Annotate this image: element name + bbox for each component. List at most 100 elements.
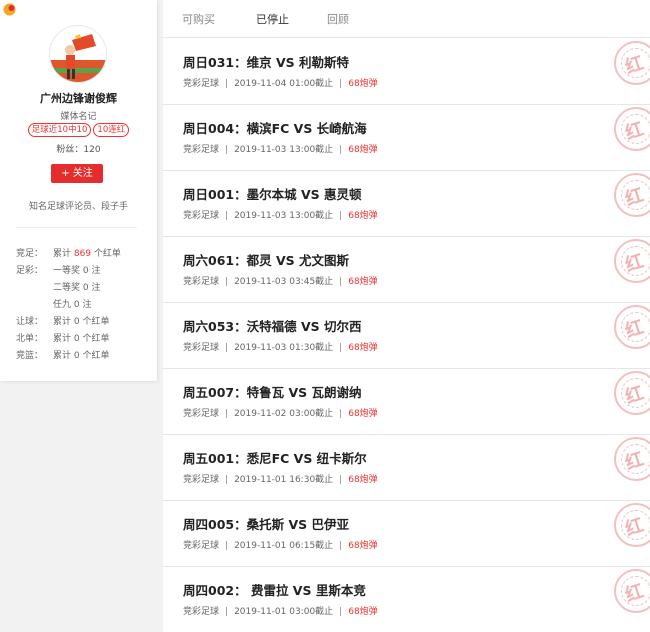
deadline-label: 2019-11-01 03:00截止: [234, 607, 334, 617]
deadline-label: 2019-11-03 13:00截止: [234, 211, 334, 221]
price-label: 68炮弹: [348, 277, 378, 287]
deadline-label: 2019-11-01 16:30截止: [234, 475, 334, 485]
item-meta: 竞彩足球 | 2019-11-03 13:00截止 | 68炮弹: [183, 142, 378, 155]
list-item[interactable]: 周四002： 费雷拉 VS 里斯本竞 竞彩足球 | 2019-11-01 03:00…: [163, 567, 650, 632]
separator: |: [339, 607, 343, 617]
match-title[interactable]: 周六061：都灵 VS 尤文图斯: [183, 250, 349, 269]
stat-value: 累计 0 个红单: [53, 317, 110, 327]
deadline-label: 2019-11-04 01:00截止: [234, 79, 334, 89]
category-label: 竞彩足球: [183, 541, 220, 551]
stat-label: 足彩：: [16, 266, 44, 276]
red-stamp-icon: 红: [614, 239, 650, 283]
list-item[interactable]: 周五007：特鲁瓦 VS 瓦朗谢纳 竞彩足球 | 2019-11-02 03:00截…: [163, 369, 650, 435]
red-stamp-icon: 红: [614, 437, 650, 481]
separator: |: [339, 79, 343, 89]
stat-value: 累计 0 个红单: [53, 334, 110, 344]
divider: [16, 227, 137, 228]
separator: |: [339, 475, 343, 485]
category-label: 竞彩足球: [183, 607, 220, 617]
price-label: 68炮弹: [348, 607, 378, 617]
separator: |: [225, 79, 229, 89]
red-streak-badge: 10连红: [93, 123, 130, 137]
separator: |: [339, 541, 343, 551]
category-label: 竞彩足球: [183, 343, 220, 353]
separator: |: [225, 277, 229, 287]
stat-value: 一等奖 0 注: [53, 266, 101, 276]
match-title[interactable]: 周四002： 费雷拉 VS 里斯本竞: [183, 580, 366, 599]
red-stamp-icon: 红: [614, 371, 650, 415]
separator: |: [225, 607, 229, 617]
red-stamp-icon: 红: [614, 41, 650, 85]
category-label: 竞彩足球: [183, 145, 220, 155]
item-meta: 竞彩足球 | 2019-11-03 01:30截止 | 68炮弹: [183, 340, 378, 353]
match-title[interactable]: 周日001：墨尔本城 VS 惠灵顿: [183, 184, 361, 203]
match-title[interactable]: 周日004：横滨FC VS 长崎航海: [183, 118, 367, 137]
separator: |: [339, 343, 343, 353]
stat-value: 二等奖 0 注: [53, 283, 101, 293]
separator: |: [225, 541, 229, 551]
avatar-illustration-icon: [50, 26, 106, 82]
stat-label: 竞足：: [16, 249, 44, 259]
price-label: 68炮弹: [348, 145, 378, 155]
separator: |: [225, 145, 229, 155]
separator: |: [225, 409, 229, 419]
item-meta: 竞彩足球 | 2019-11-03 03:45截止 | 68炮弹: [183, 274, 378, 287]
list-item[interactable]: 周四005：桑托斯 VS 巴伊亚 竞彩足球 | 2019-11-01 06:15截止…: [163, 501, 650, 567]
red-stamp-icon: 红: [614, 173, 650, 217]
main-panel: 可购买 已停止 回顾 周日031：维京 VS 利勒斯特 竞彩足球 | 2019-11…: [163, 0, 650, 632]
profile-name: 广州边锋谢俊辉: [40, 92, 117, 105]
profile-title: 媒体名记: [60, 112, 97, 122]
stat-label: 竞篮：: [16, 351, 44, 361]
red-stamp-icon: 红: [614, 569, 650, 613]
category-label: 竞彩足球: [183, 211, 220, 221]
list-item[interactable]: 周六053：沃特福德 VS 切尔西 竞彩足球 | 2019-11-03 01:30截…: [163, 303, 650, 369]
separator: |: [225, 343, 229, 353]
avatar[interactable]: [49, 25, 107, 83]
tab-bar: 可购买 已停止 回顾: [163, 0, 650, 38]
profile-card: 广州边锋谢俊辉 媒体名记 足球近10中10 10连红 粉丝：120 + 关注 知…: [0, 0, 157, 381]
price-label: 68炮弹: [348, 409, 378, 419]
tab-stopped[interactable]: 已停止: [256, 11, 289, 27]
deadline-label: 2019-11-02 03:00截止: [234, 409, 334, 419]
separator: |: [339, 277, 343, 287]
tab-available[interactable]: 可购买: [182, 11, 215, 27]
streak-badge: 足球近10中10: [27, 123, 92, 137]
tab-review[interactable]: 回顾: [327, 11, 349, 27]
match-title[interactable]: 周六053：沃特福德 VS 切尔西: [183, 316, 361, 335]
deadline-label: 2019-11-03 13:00截止: [234, 145, 334, 155]
match-list: 周日031：维京 VS 利勒斯特 竞彩足球 | 2019-11-04 01:00截止…: [163, 39, 650, 632]
deadline-label: 2019-11-01 06:15截止: [234, 541, 334, 551]
stat-value: 任九 0 注: [53, 300, 92, 310]
stat-value: 累计 0 个红单: [53, 351, 110, 361]
separator: |: [225, 211, 229, 221]
badge-group: 足球近10中10 10连红: [0, 123, 157, 137]
list-item[interactable]: 周五001：悉尼FC VS 纽卡斯尔 竞彩足球 | 2019-11-01 16:30…: [163, 435, 650, 501]
list-item[interactable]: 周日031：维京 VS 利勒斯特 竞彩足球 | 2019-11-04 01:00截止…: [163, 39, 650, 105]
separator: |: [339, 409, 343, 419]
category-label: 竞彩足球: [183, 79, 220, 89]
item-meta: 竞彩足球 | 2019-11-02 03:00截止 | 68炮弹: [183, 406, 378, 419]
item-meta: 竞彩足球 | 2019-11-01 06:15截止 | 68炮弹: [183, 538, 378, 551]
red-stamp-icon: 红: [614, 503, 650, 547]
stat-value: 累计 869 个红单: [53, 249, 121, 259]
item-meta: 竞彩足球 | 2019-11-01 03:00截止 | 68炮弹: [183, 604, 378, 617]
match-title[interactable]: 周四005：桑托斯 VS 巴伊亚: [183, 514, 349, 533]
separator: |: [339, 145, 343, 155]
price-label: 68炮弹: [348, 541, 378, 551]
list-item[interactable]: 周六061：都灵 VS 尤文图斯 竞彩足球 | 2019-11-03 03:45截止…: [163, 237, 650, 303]
price-label: 68炮弹: [348, 475, 378, 485]
profile-bio: 知名足球评论员、段子手: [28, 202, 128, 212]
deadline-label: 2019-11-03 03:45截止: [234, 277, 334, 287]
match-title[interactable]: 周五007：特鲁瓦 VS 瓦朗谢纳: [183, 382, 361, 401]
match-title[interactable]: 周日031：维京 VS 利勒斯特: [183, 52, 349, 71]
price-label: 68炮弹: [348, 343, 378, 353]
separator: |: [225, 475, 229, 485]
red-stamp-icon: 红: [614, 305, 650, 349]
list-item[interactable]: 周日001：墨尔本城 VS 惠灵顿 竞彩足球 | 2019-11-03 13:00截…: [163, 171, 650, 237]
follow-button[interactable]: + 关注: [51, 164, 103, 183]
category-label: 竞彩足球: [183, 475, 220, 485]
list-item[interactable]: 周日004：横滨FC VS 长崎航海 竞彩足球 | 2019-11-03 13:00…: [163, 105, 650, 171]
separator: |: [339, 211, 343, 221]
match-title[interactable]: 周五001：悉尼FC VS 纽卡斯尔: [183, 448, 367, 467]
price-label: 68炮弹: [348, 211, 378, 221]
